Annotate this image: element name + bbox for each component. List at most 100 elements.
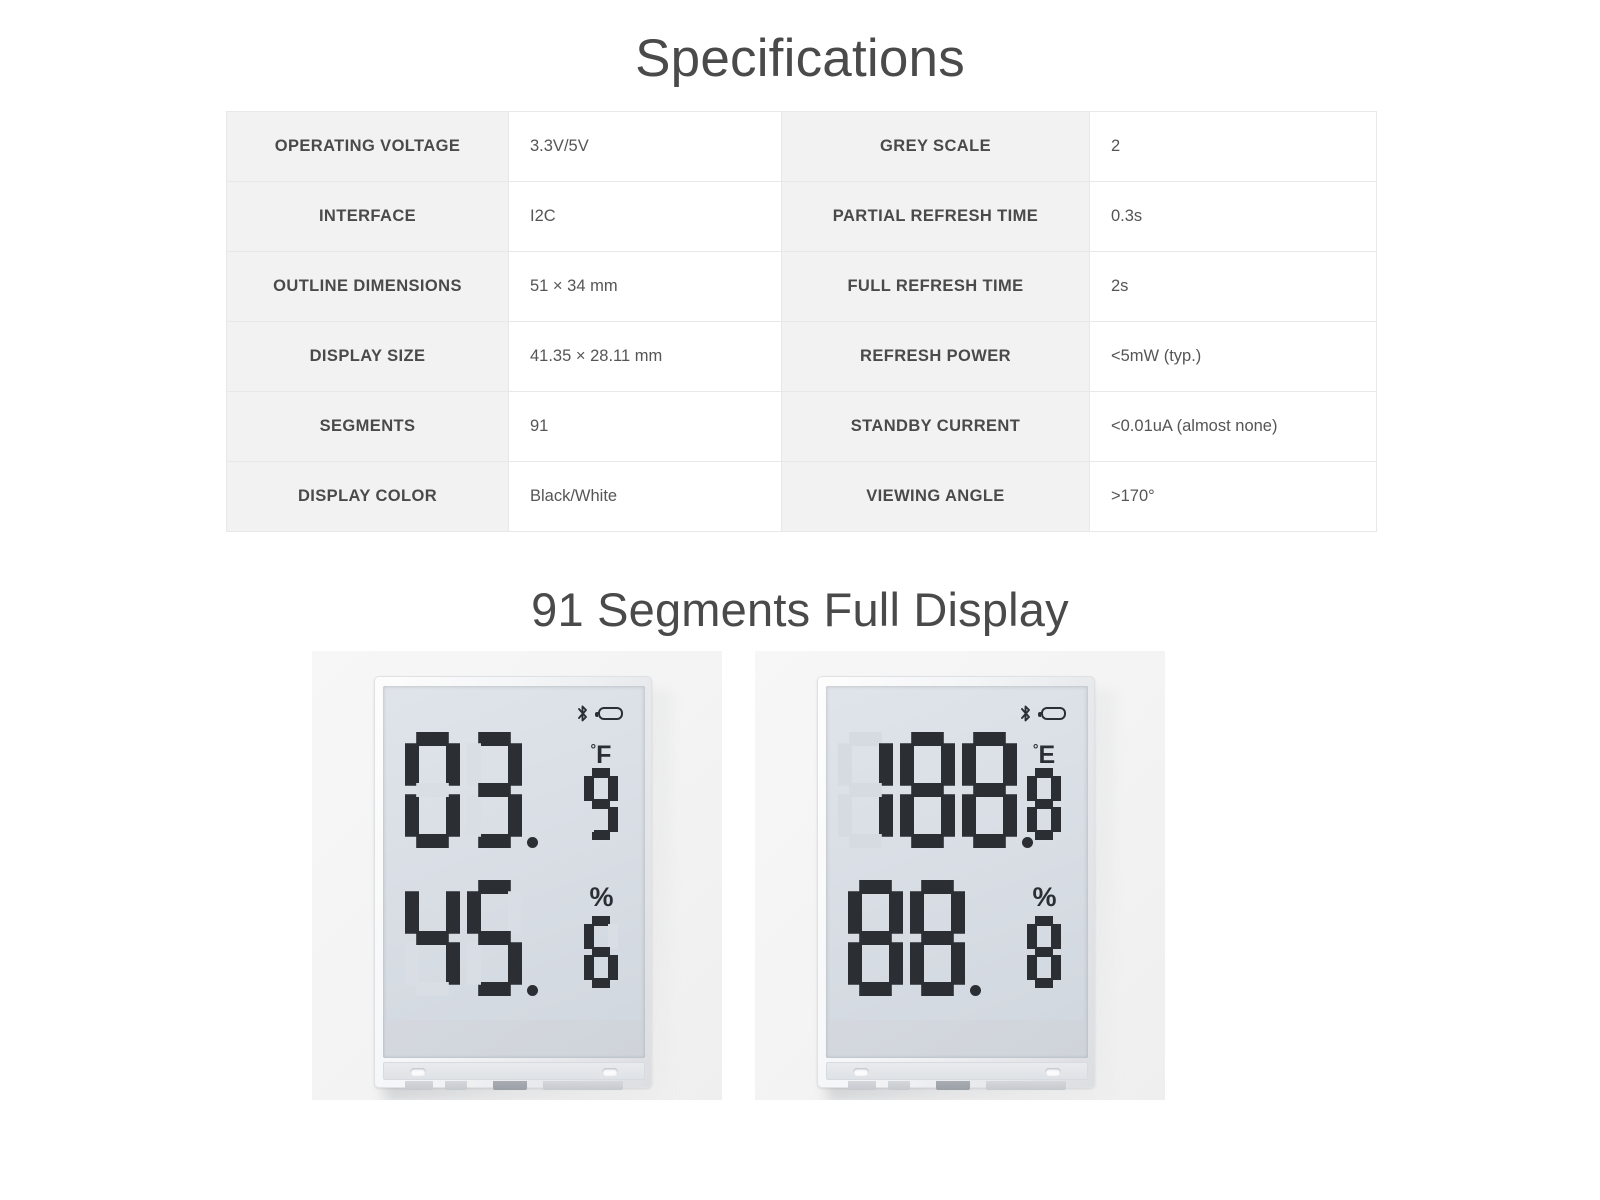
segment-g <box>849 783 882 797</box>
segment-e <box>1027 807 1037 832</box>
humidity-big-digits <box>405 880 522 996</box>
seven-segment-digit <box>584 768 618 840</box>
segment-b <box>889 891 903 934</box>
humidity-decimal-point <box>527 985 538 996</box>
segment-c <box>1051 955 1061 980</box>
temperature-big-digits <box>405 732 522 848</box>
segment-b <box>941 743 955 786</box>
segment-a <box>859 880 892 894</box>
spec-label: INTERFACE <box>226 181 509 252</box>
temperature-unit-column: °F <box>573 732 629 840</box>
screw-hole-left <box>853 1068 869 1076</box>
segment-f <box>1027 776 1037 801</box>
segment-c <box>941 794 955 837</box>
segment-b <box>446 743 460 786</box>
segment-f <box>838 743 852 786</box>
epaper-screen: °F % <box>387 690 641 1020</box>
product-spec-page: Specifications OPERATING VOLTAGE 3.3V/5V G… <box>0 0 1600 1200</box>
segment-d <box>592 978 610 988</box>
segment-d <box>478 834 511 848</box>
segment-b <box>1051 776 1061 801</box>
section-title-segments: 91 Segments Full Display <box>531 583 1069 636</box>
seven-segment-digit <box>584 916 618 988</box>
connector-tab <box>888 1081 910 1090</box>
seven-segment-digit <box>467 732 522 848</box>
spec-value: Black/White <box>508 461 782 532</box>
segment-a <box>911 732 944 746</box>
segment-c <box>508 794 522 837</box>
spec-value: 3.3V/5V <box>508 111 782 182</box>
humidity-unit-column: % <box>1016 880 1072 988</box>
segment-b <box>446 891 460 934</box>
humidity-unit-label: % <box>589 882 613 912</box>
segment-d <box>416 982 449 996</box>
table-row: DISPLAY COLOR Black/White VIEWING ANGLE >17… <box>226 461 1377 532</box>
segment-b <box>508 743 522 786</box>
table-row: SEGMENTS 91 STANDBY CURRENT <0.01uA (almost… <box>226 391 1377 462</box>
temperature-unit-label: °E <box>1032 741 1056 769</box>
spec-value: 2 <box>1089 111 1377 182</box>
device-bezel: °F % <box>383 686 645 1058</box>
connector-tab <box>986 1081 1066 1090</box>
spec-value: 51 × 34 mm <box>508 251 782 322</box>
segment-g <box>859 931 892 945</box>
segment-g <box>416 931 449 945</box>
segment-g <box>478 783 511 797</box>
segment-b <box>1051 924 1061 949</box>
seven-segment-digit <box>838 732 893 848</box>
table-row: OPERATING VOLTAGE 3.3V/5V GREY SCALE 2 <box>226 111 1377 182</box>
spec-label: OUTLINE DIMENSIONS <box>226 251 509 322</box>
segment-g <box>592 947 610 957</box>
table-row: INTERFACE I2C PARTIAL REFRESH TIME 0.3s <box>226 181 1377 252</box>
segment-b <box>879 743 893 786</box>
segment-c <box>1003 794 1017 837</box>
segment-e <box>962 794 976 837</box>
segment-e <box>848 942 862 985</box>
segment-d <box>1035 978 1053 988</box>
device-body: °E % <box>817 676 1095 1090</box>
seven-segment-digit <box>900 732 955 848</box>
device-body: °F % <box>374 676 652 1090</box>
spec-label: STANDBY CURRENT <box>781 391 1090 462</box>
segment-c <box>1051 807 1061 832</box>
seven-segment-digit <box>405 732 460 848</box>
segment-c <box>446 794 460 837</box>
segment-b <box>1003 743 1017 786</box>
segment-a <box>849 732 882 746</box>
spec-value: <5mW (typ.) <box>1089 321 1377 392</box>
segment-f <box>962 743 976 786</box>
temperature-decimal-digit <box>573 768 629 840</box>
segment-e <box>405 794 419 837</box>
temperature-big-digits <box>838 732 1017 848</box>
spec-value: 0.3s <box>1089 181 1377 252</box>
seven-segment-digit <box>962 732 1017 848</box>
segment-f <box>900 743 914 786</box>
humidity-decimal-digit <box>573 916 629 988</box>
segment-g <box>592 799 610 809</box>
connector-tab <box>543 1081 623 1090</box>
spec-value: <0.01uA (almost none) <box>1089 391 1377 462</box>
segment-f <box>910 891 924 934</box>
segment-g <box>1035 947 1053 957</box>
segment-e <box>584 955 594 980</box>
connector-tab <box>936 1081 970 1090</box>
segment-c <box>951 942 965 985</box>
segment-e <box>467 942 481 985</box>
segment-g <box>1035 799 1053 809</box>
spec-label: FULL REFRESH TIME <box>781 251 1090 322</box>
segment-a <box>478 732 511 746</box>
spec-value: 91 <box>508 391 782 462</box>
temperature-decimal-point <box>527 837 538 848</box>
screw-hole-right <box>602 1068 618 1076</box>
segment-g <box>416 783 449 797</box>
humidity-big-digits <box>848 880 965 996</box>
segment-g <box>921 931 954 945</box>
device-foot <box>826 1062 1088 1080</box>
connector-tab <box>445 1081 467 1090</box>
partial-display-photo: °F % <box>312 651 722 1100</box>
segment-g <box>911 783 944 797</box>
seven-segment-digit <box>467 880 522 996</box>
spec-label: GREY SCALE <box>781 111 1090 182</box>
device-foot <box>383 1062 645 1080</box>
seven-segment-digit <box>1027 916 1061 988</box>
